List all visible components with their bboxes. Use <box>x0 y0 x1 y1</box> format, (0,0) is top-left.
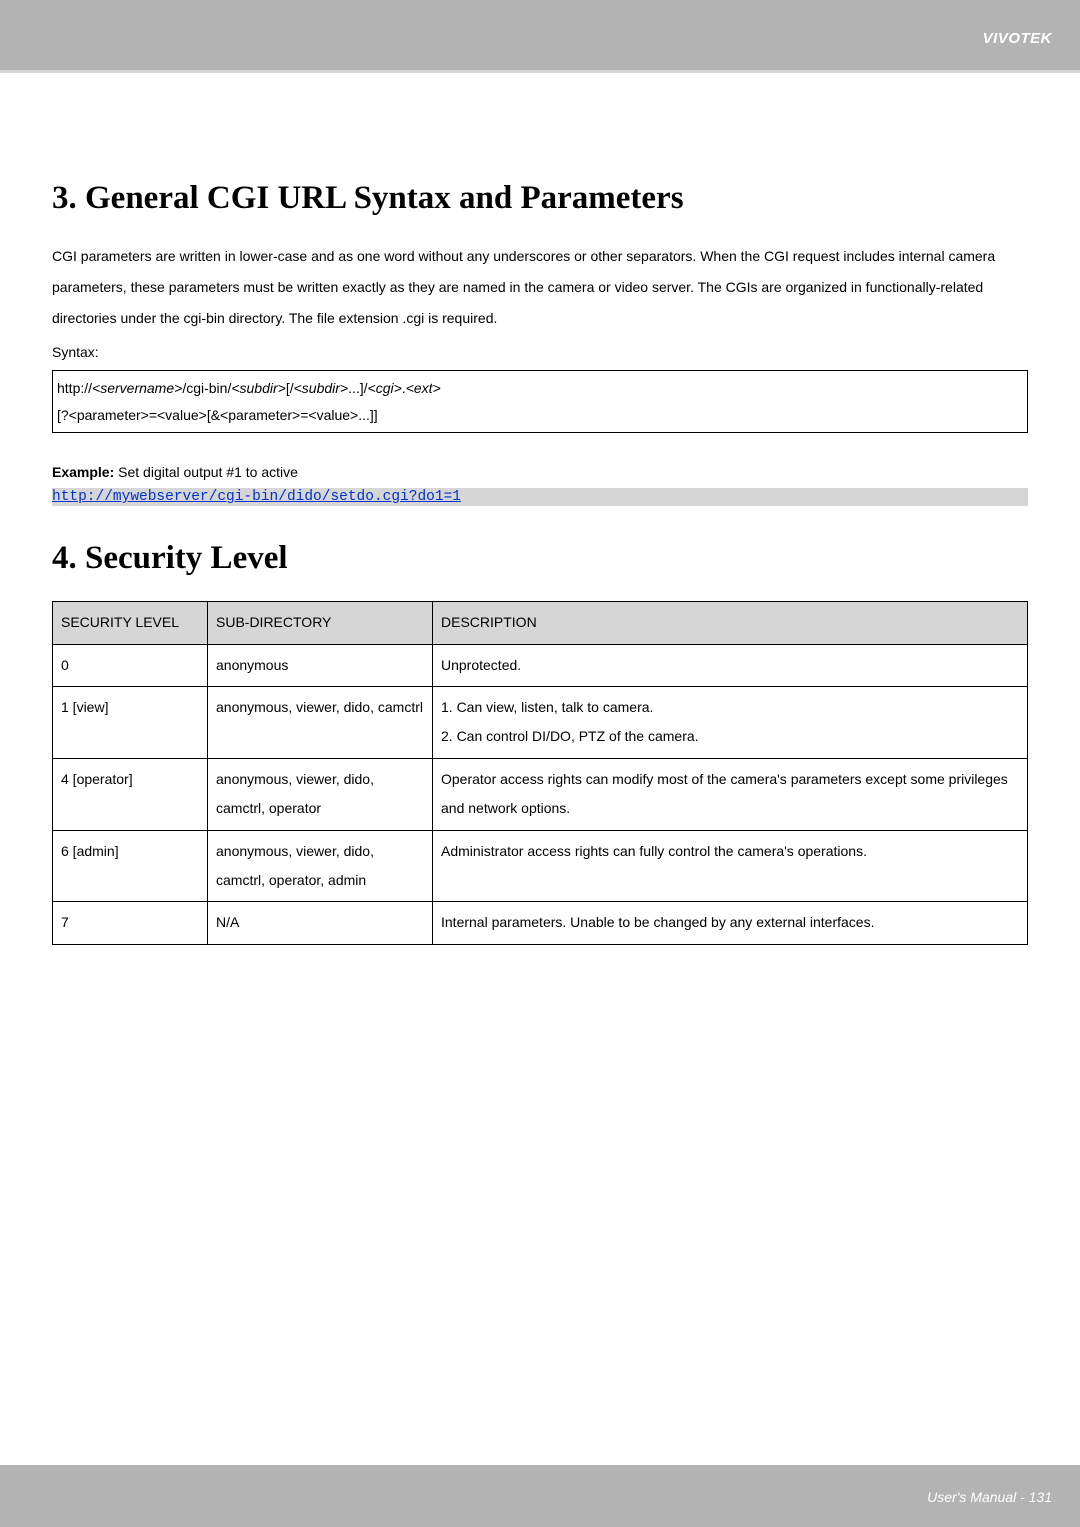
table-row: 0anonymousUnprotected. <box>53 644 1028 686</box>
syntax-italic: <ext> <box>406 380 441 396</box>
th-description: DESCRIPTION <box>433 602 1028 644</box>
syntax-box: http://<servername>/cgi-bin/<subdir>[/<s… <box>52 370 1028 433</box>
table-body: 0anonymousUnprotected.1 [view]anonymous,… <box>53 644 1028 944</box>
section-4-title: 4. Security Level <box>52 540 1028 577</box>
example-url-link[interactable]: http://mywebserver/cgi-bin/dido/setdo.cg… <box>52 488 1028 506</box>
syntax-line-2: [?<parameter>=<value>[&<parameter>=<valu… <box>57 402 1023 429</box>
brand-label: VIVOTEK <box>983 30 1052 47</box>
table-row: 4 [operator]anonymous, viewer, dido, cam… <box>53 758 1028 830</box>
section-3-title: 3. General CGI URL Syntax and Parameters <box>52 180 1028 217</box>
footer-label: User's Manual - 131 <box>927 1489 1052 1505</box>
syntax-text: http:// <box>57 380 92 396</box>
cell-security-level: 1 [view] <box>53 686 208 758</box>
syntax-italic: <subdir> <box>294 380 348 396</box>
syntax-italic: <subdir> <box>231 380 285 396</box>
table-row: 6 [admin]anonymous, viewer, dido, camctr… <box>53 830 1028 902</box>
syntax-text: /cgi-bin/ <box>182 380 231 396</box>
syntax-line-1: http://<servername>/cgi-bin/<subdir>[/<s… <box>57 375 1023 402</box>
th-security-level: SECURITY LEVEL <box>53 602 208 644</box>
table-row: 7N/AInternal parameters. Unable to be ch… <box>53 902 1028 944</box>
table-row: 1 [view]anonymous, viewer, dido, camctrl… <box>53 686 1028 758</box>
cell-sub-directory: N/A <box>208 902 433 944</box>
footer-bar: User's Manual - 131 <box>0 1465 1080 1527</box>
syntax-italic: <cgi> <box>368 380 402 396</box>
page-body: 3. General CGI URL Syntax and Parameters… <box>0 70 1080 1465</box>
cell-security-level: 6 [admin] <box>53 830 208 902</box>
example-label-text: Set digital output #1 to active <box>114 464 298 480</box>
cell-description: Operator access rights can modify most o… <box>433 758 1028 830</box>
table-header-row: SECURITY LEVEL SUB-DIRECTORY DESCRIPTION <box>53 602 1028 644</box>
cell-sub-directory: anonymous, viewer, dido, camctrl, operat… <box>208 758 433 830</box>
cell-sub-directory: anonymous <box>208 644 433 686</box>
syntax-label: Syntax: <box>52 337 1028 368</box>
example-label: Example: Set digital output #1 to active <box>52 457 1028 488</box>
cell-security-level: 4 [operator] <box>53 758 208 830</box>
header-bar: VIVOTEK <box>0 0 1080 70</box>
syntax-text: ...]/ <box>348 380 367 396</box>
cell-description: Administrator access rights can fully co… <box>433 830 1028 902</box>
cell-description: 1. Can view, listen, talk to camera.2. C… <box>433 686 1028 758</box>
example-label-bold: Example: <box>52 464 114 480</box>
syntax-text: [/ <box>286 380 294 396</box>
cell-sub-directory: anonymous, viewer, dido, camctrl, operat… <box>208 830 433 902</box>
th-sub-directory: SUB-DIRECTORY <box>208 602 433 644</box>
cell-description: Internal parameters. Unable to be change… <box>433 902 1028 944</box>
cell-security-level: 0 <box>53 644 208 686</box>
section-3-paragraph: CGI parameters are written in lower-case… <box>52 241 1028 333</box>
syntax-italic: <servername> <box>92 380 182 396</box>
cell-sub-directory: anonymous, viewer, dido, camctrl <box>208 686 433 758</box>
cell-security-level: 7 <box>53 902 208 944</box>
cell-description: Unprotected. <box>433 644 1028 686</box>
security-level-table: SECURITY LEVEL SUB-DIRECTORY DESCRIPTION… <box>52 601 1028 945</box>
